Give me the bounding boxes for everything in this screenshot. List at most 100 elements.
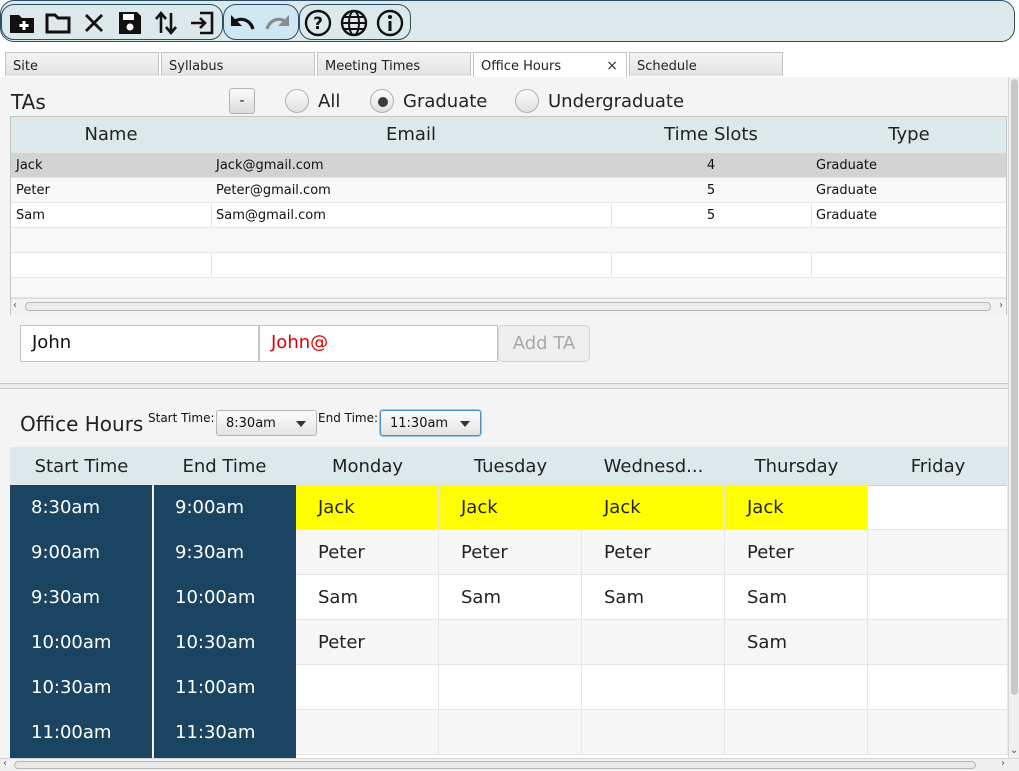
language-icon xyxy=(340,9,368,37)
start-time-label: Start Time: xyxy=(148,411,215,425)
tab-meeting-times[interactable]: Meeting Times xyxy=(317,52,471,76)
filter-graduate-radio[interactable]: Graduate xyxy=(370,88,487,114)
undo-button[interactable] xyxy=(227,8,257,38)
office-hour-cell[interactable] xyxy=(868,530,1008,575)
column-header-type[interactable]: Type xyxy=(811,117,1007,153)
empty-row xyxy=(11,228,1006,253)
close-button[interactable] xyxy=(79,8,109,38)
save-icon xyxy=(119,12,141,34)
ta-name-field[interactable]: John xyxy=(20,325,259,362)
office-hour-cell[interactable] xyxy=(868,485,1008,530)
table-row[interactable]: Peter Peter@gmail.com 5 Graduate xyxy=(11,178,1006,203)
office-hour-cell[interactable] xyxy=(296,665,439,710)
office-hour-cell[interactable]: Jack xyxy=(725,485,868,530)
office-hour-cell[interactable] xyxy=(868,620,1008,665)
office-hour-cell[interactable]: Sam xyxy=(725,620,868,665)
office-hour-cell[interactable] xyxy=(582,620,725,665)
office-hour-cell[interactable] xyxy=(868,665,1008,710)
remove-ta-button[interactable]: - xyxy=(229,88,255,114)
column-header-time-slots[interactable]: Time Slots xyxy=(611,117,811,153)
chevron-down-icon xyxy=(296,421,306,427)
office-hour-cell[interactable]: Sam xyxy=(439,575,582,620)
scroll-down-icon[interactable]: ⌄ xyxy=(1010,745,1018,756)
office-hour-cell[interactable] xyxy=(582,710,725,755)
start-time-select[interactable]: 8:30am xyxy=(216,410,317,436)
office-hour-cell[interactable]: Sam xyxy=(725,575,868,620)
office-hour-cell[interactable] xyxy=(296,710,439,755)
office-hour-cell[interactable]: Peter xyxy=(439,530,582,575)
ta-email-field[interactable]: John@ xyxy=(259,325,498,362)
new-button[interactable] xyxy=(7,8,37,38)
filter-undergraduate-radio[interactable]: Undergraduate xyxy=(515,88,684,114)
office-hour-cell[interactable] xyxy=(439,620,582,665)
filter-all-radio[interactable]: All xyxy=(285,88,340,114)
scrollbar-thumb[interactable] xyxy=(1011,79,1018,695)
office-hour-cell[interactable]: Sam xyxy=(296,575,439,620)
info-button[interactable] xyxy=(375,8,405,38)
office-hour-cell[interactable]: Jack xyxy=(296,485,439,530)
scroll-right-icon[interactable]: › xyxy=(999,300,1003,311)
help-icon: ? xyxy=(304,9,332,37)
scrollbar-thumb[interactable] xyxy=(25,302,991,311)
tab-close-icon[interactable]: × xyxy=(606,58,618,74)
office-hour-cell[interactable]: Jack xyxy=(582,485,725,530)
page-vertical-scrollbar[interactable]: ⌄ xyxy=(1008,77,1019,758)
office-hour-cell[interactable]: Peter xyxy=(296,620,439,665)
office-hour-cell[interactable] xyxy=(868,710,1008,755)
office-hour-cell[interactable] xyxy=(725,665,868,710)
column-header-name[interactable]: Name xyxy=(11,117,211,153)
start-time-value: 8:30am xyxy=(226,416,276,431)
tab-schedule[interactable]: Schedule xyxy=(629,52,783,76)
scrollbar-thumb[interactable] xyxy=(14,761,976,769)
office-hour-cell[interactable] xyxy=(439,710,582,755)
column-header-email[interactable]: Email xyxy=(211,117,611,153)
office-hour-cell[interactable]: Peter xyxy=(296,530,439,575)
office-hour-cell[interactable] xyxy=(582,665,725,710)
add-ta-button[interactable]: Add TA xyxy=(498,325,590,362)
table-row[interactable]: Jack Jack@gmail.com 4 Graduate xyxy=(11,153,1006,178)
office-hour-cell[interactable] xyxy=(725,710,868,755)
sort-button[interactable] xyxy=(151,8,181,38)
export-button[interactable] xyxy=(187,8,217,38)
empty-row xyxy=(11,278,1006,298)
sort-icon xyxy=(155,10,177,36)
language-button[interactable] xyxy=(339,8,369,38)
office-hour-cell[interactable]: Jack xyxy=(439,485,582,530)
close-icon xyxy=(85,14,103,32)
office-hour-cell[interactable]: Peter xyxy=(725,530,868,575)
end-time-cell: 9:30am xyxy=(175,542,244,563)
office-hour-cell[interactable]: Sam xyxy=(582,575,725,620)
svg-text:?: ? xyxy=(313,14,323,34)
start-time-cell: 10:30am xyxy=(31,677,112,698)
table-row[interactable]: Sam Sam@gmail.com 5 Graduate xyxy=(11,203,1006,228)
scroll-left-icon[interactable]: ‹ xyxy=(13,300,17,311)
office-hour-cell[interactable] xyxy=(868,575,1008,620)
scroll-right-icon[interactable]: › xyxy=(1001,758,1005,769)
end-time-cell: 10:30am xyxy=(175,632,256,653)
page-horizontal-scrollbar[interactable]: ‹ › xyxy=(0,758,1019,771)
redo-button[interactable] xyxy=(263,8,293,38)
save-button[interactable] xyxy=(115,8,145,38)
radio-dot xyxy=(285,89,309,113)
office-hours-grid-header: Start Time End Time Monday Tuesday Wedne… xyxy=(10,447,1008,486)
open-button[interactable] xyxy=(43,8,73,38)
ta-email-cell: Sam@gmail.com xyxy=(216,208,326,223)
office-hours-grid: Start Time End Time Monday Tuesday Wedne… xyxy=(10,447,1008,758)
ta-type-cell: Graduate xyxy=(816,183,877,198)
redo-icon xyxy=(265,15,289,30)
tab-office-hours[interactable]: Office Hours × xyxy=(473,52,627,78)
tab-site[interactable]: Site xyxy=(5,52,159,76)
ta-table-horizontal-scrollbar[interactable]: ‹ › xyxy=(11,298,1006,315)
scroll-left-icon[interactable]: ‹ xyxy=(3,758,7,769)
end-time-select[interactable]: 11:30am xyxy=(380,410,481,436)
office-hour-cell[interactable]: Peter xyxy=(582,530,725,575)
ta-email-cell: Peter@gmail.com xyxy=(216,183,331,198)
column-header-thursday: Thursday xyxy=(754,456,839,477)
office-hour-cell[interactable] xyxy=(439,665,582,710)
tab-syllabus[interactable]: Syllabus xyxy=(161,52,315,76)
help-toolbar-group: ? xyxy=(299,4,411,40)
help-button[interactable]: ? xyxy=(303,8,333,38)
column-header-end-time: End Time xyxy=(182,456,267,477)
undo-icon xyxy=(231,15,255,30)
split-pane-divider[interactable] xyxy=(0,383,1008,389)
